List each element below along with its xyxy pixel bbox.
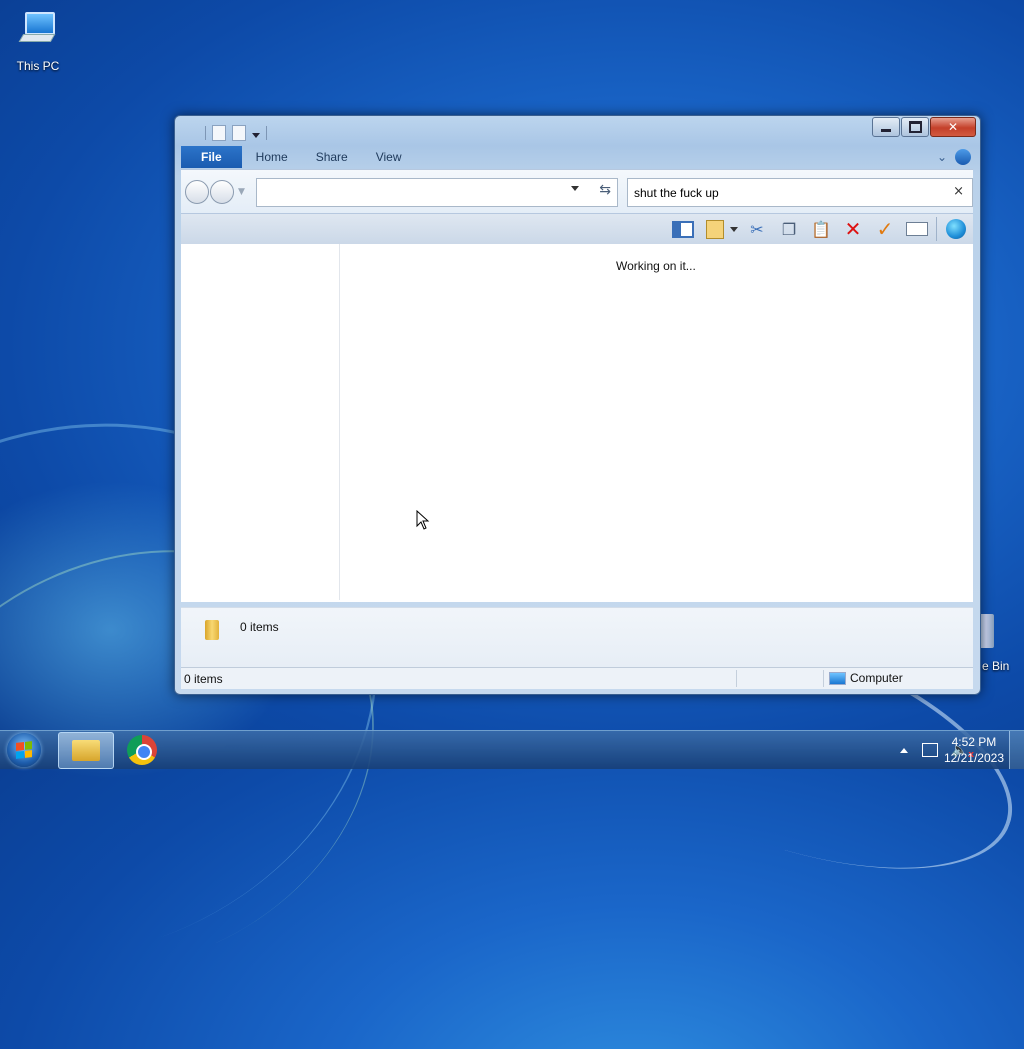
desktop-icon-label-recycle-bin[interactable]: e Bin	[982, 659, 1009, 673]
status-location-label: Computer	[850, 671, 903, 685]
tab-view[interactable]: View	[362, 146, 416, 168]
clock[interactable]: 4:52 PM 12/21/2023	[944, 734, 1004, 766]
taskbar: 🔈 x 4:52 PM 12/21/2023	[0, 730, 1024, 769]
status-location: Computer	[829, 671, 903, 685]
computer-icon	[829, 671, 846, 685]
tab-file[interactable]: File	[181, 146, 242, 168]
copy-icon: ❐	[781, 219, 797, 239]
customize-qat-icon[interactable]	[252, 132, 260, 138]
new-folder-icon	[706, 219, 724, 239]
computer-icon	[18, 12, 57, 42]
copy-button[interactable]: ❐	[776, 216, 802, 242]
cut-icon: ✂	[750, 219, 764, 239]
close-icon: ✕	[947, 120, 959, 134]
forward-button[interactable]	[210, 180, 234, 204]
chrome-icon	[127, 735, 157, 765]
address-bar[interactable]: ⇆	[256, 178, 618, 207]
clear-search-icon[interactable]: ×	[953, 184, 964, 199]
navigation-bar: ▼ ⇆ ×	[181, 169, 973, 213]
explorer-window: ✕ File Home Share View ⌄ ▼ ⇆ ×	[174, 115, 981, 695]
navigation-pane[interactable]	[181, 244, 340, 600]
desktop-icon-this-pc[interactable]: This PC	[0, 12, 76, 73]
taskbar-chrome[interactable]	[115, 732, 169, 767]
taskbar-file-explorer[interactable]	[58, 732, 114, 769]
new-item-dropdown-icon[interactable]	[730, 226, 738, 232]
help-icon[interactable]	[955, 149, 971, 165]
status-bar: 0 items Computer	[181, 667, 973, 689]
mouse-cursor-icon	[416, 510, 430, 530]
loading-message: Working on it...	[616, 259, 696, 273]
rename-button[interactable]	[904, 216, 930, 242]
globe-button[interactable]	[943, 216, 969, 242]
tab-home[interactable]: Home	[242, 146, 302, 168]
search-box[interactable]: ×	[627, 178, 973, 207]
folder-icon	[205, 620, 219, 640]
expand-ribbon-icon[interactable]: ⌄	[937, 150, 947, 164]
minimize-button[interactable]	[872, 117, 900, 137]
clock-time: 4:52 PM	[951, 735, 997, 749]
folder-icon	[72, 740, 100, 761]
status-item-count: 0 items	[184, 672, 223, 686]
maximize-button[interactable]	[901, 117, 929, 137]
command-toolbar: ✂ ❐ 📋 ✕ ✓	[181, 213, 973, 244]
windows-logo-icon	[16, 741, 32, 759]
navigation-pane-button[interactable]	[670, 216, 696, 242]
tab-share[interactable]: Share	[302, 146, 362, 168]
network-icon[interactable]	[921, 743, 938, 757]
details-pane: 0 items	[181, 607, 973, 667]
window-controls: ✕	[871, 117, 976, 137]
refresh-icon[interactable]: ⇆	[599, 182, 611, 198]
delete-button[interactable]: ✕	[840, 216, 866, 242]
details-item-count: 0 items	[240, 620, 279, 634]
back-button[interactable]	[185, 180, 209, 204]
check-button[interactable]: ✓	[872, 216, 898, 242]
search-input[interactable]	[632, 183, 946, 203]
paste-button[interactable]: 📋	[808, 216, 834, 242]
check-icon: ✓	[876, 217, 894, 241]
clock-date: 12/21/2023	[943, 751, 1004, 765]
new-folder-button[interactable]	[702, 216, 728, 242]
desktop-icon-label: This PC	[16, 59, 60, 73]
new-folder-qat-icon[interactable]	[232, 125, 246, 141]
rename-icon	[906, 222, 928, 236]
ribbon-tabs: File Home Share View ⌄	[181, 146, 973, 168]
quick-access-toolbar	[205, 124, 267, 142]
minimize-icon	[881, 128, 891, 132]
pane-icon	[672, 220, 694, 238]
delete-icon: ✕	[844, 217, 862, 241]
show-desktop-button[interactable]	[1009, 731, 1024, 769]
content-area: Working on it...	[181, 244, 973, 602]
paste-icon: 📋	[811, 219, 831, 239]
close-button[interactable]: ✕	[930, 117, 976, 137]
show-hidden-icons-icon[interactable]	[899, 747, 908, 753]
start-button[interactable]	[7, 733, 41, 767]
properties-icon[interactable]	[212, 125, 226, 141]
cut-button[interactable]: ✂	[744, 216, 770, 242]
globe-icon	[946, 219, 966, 239]
recent-locations-icon[interactable]: ▼	[238, 187, 245, 197]
address-dropdown-icon[interactable]	[571, 186, 579, 191]
maximize-icon	[908, 121, 922, 133]
